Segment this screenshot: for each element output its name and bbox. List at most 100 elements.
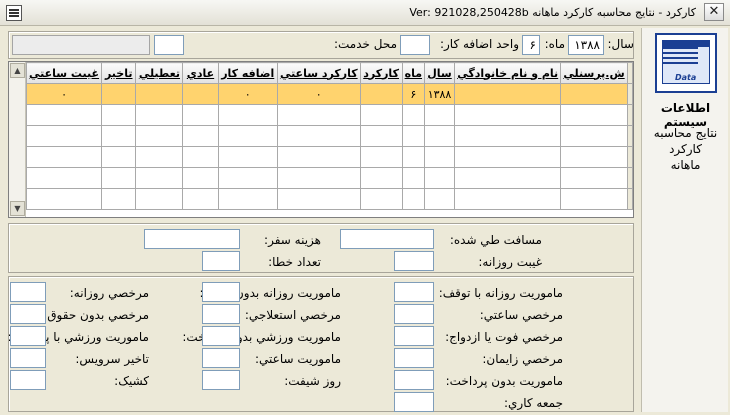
col-left-field[interactable] xyxy=(10,282,46,302)
col-right-field[interactable] xyxy=(394,392,434,412)
travel-cost-field[interactable] xyxy=(144,229,240,249)
daily-absence-field[interactable] xyxy=(394,251,434,271)
table-cell[interactable] xyxy=(182,104,219,126)
grid-header[interactable]: عادي xyxy=(182,62,219,84)
table-cell[interactable] xyxy=(101,167,137,189)
table-cell[interactable] xyxy=(453,167,562,189)
table-cell[interactable] xyxy=(25,146,103,168)
table-cell[interactable] xyxy=(359,188,403,210)
table-cell[interactable] xyxy=(401,125,426,147)
distance-field[interactable] xyxy=(340,229,434,249)
table-cell[interactable] xyxy=(359,125,403,147)
table-row[interactable] xyxy=(25,125,633,147)
grid-header[interactable]: ش.پرسنلي xyxy=(560,62,628,84)
grid-header[interactable]: غيبت ساعتي xyxy=(25,62,103,84)
table-row[interactable]: ۰ ۰ ۰ ۶ ۱۳۸۸ xyxy=(25,83,633,105)
col-middle-field[interactable] xyxy=(202,370,240,390)
table-cell[interactable] xyxy=(182,188,219,210)
table-cell[interactable] xyxy=(182,125,219,147)
grid-header[interactable]: سال xyxy=(424,62,455,84)
table-cell[interactable] xyxy=(101,146,137,168)
table-cell[interactable] xyxy=(135,146,184,168)
table-cell[interactable] xyxy=(276,125,361,147)
table-cell[interactable] xyxy=(182,83,219,105)
table-cell[interactable]: ۰ xyxy=(276,83,361,105)
table-cell[interactable] xyxy=(401,146,426,168)
table-cell[interactable] xyxy=(453,146,562,168)
results-grid[interactable]: ▲ ▼ غيبت ساعتي تاخير تعطيلي عادي اضافه کار کا… xyxy=(8,61,634,218)
table-cell[interactable] xyxy=(217,167,278,189)
table-cell[interactable] xyxy=(276,167,361,189)
scroll-up-icon[interactable]: ▲ xyxy=(10,63,25,78)
table-row[interactable] xyxy=(25,188,633,210)
table-cell[interactable] xyxy=(401,167,426,189)
table-cell[interactable] xyxy=(453,104,562,126)
table-cell[interactable] xyxy=(217,104,278,126)
table-cell[interactable] xyxy=(276,146,361,168)
table-cell[interactable]: ۶ xyxy=(401,83,426,105)
scroll-down-icon[interactable]: ▼ xyxy=(10,201,25,216)
table-cell[interactable] xyxy=(276,188,361,210)
close-button[interactable]: ✕ xyxy=(704,3,724,21)
service-place-code-field[interactable] xyxy=(154,35,184,55)
col-middle-field[interactable] xyxy=(202,304,240,324)
table-cell[interactable] xyxy=(276,104,361,126)
table-cell[interactable] xyxy=(424,167,455,189)
table-cell[interactable] xyxy=(359,146,403,168)
error-count-field[interactable] xyxy=(202,251,240,271)
table-cell[interactable] xyxy=(25,125,103,147)
table-cell[interactable] xyxy=(560,146,628,168)
table-cell[interactable] xyxy=(25,188,103,210)
year-field[interactable]: ۱۳۸۸ xyxy=(568,35,604,55)
col-left-field[interactable] xyxy=(10,348,46,368)
col-middle-field[interactable] xyxy=(202,326,240,346)
col-right-field[interactable] xyxy=(394,326,434,346)
grid-header[interactable]: ماه xyxy=(401,62,426,84)
table-cell[interactable]: ۰ xyxy=(25,83,103,105)
table-cell[interactable] xyxy=(560,188,628,210)
col-middle-field[interactable] xyxy=(202,348,240,368)
table-row[interactable] xyxy=(25,146,633,168)
table-cell[interactable] xyxy=(424,104,455,126)
table-cell[interactable] xyxy=(424,188,455,210)
table-row[interactable] xyxy=(25,167,633,189)
table-cell[interactable] xyxy=(424,125,455,147)
table-cell[interactable] xyxy=(135,167,184,189)
table-cell[interactable] xyxy=(424,146,455,168)
col-right-field[interactable] xyxy=(394,282,434,302)
table-cell[interactable] xyxy=(359,167,403,189)
table-cell[interactable] xyxy=(217,188,278,210)
table-cell[interactable] xyxy=(101,104,137,126)
col-left-field[interactable] xyxy=(10,370,46,390)
col-middle-field[interactable] xyxy=(202,282,240,302)
table-cell[interactable] xyxy=(217,125,278,147)
table-cell[interactable] xyxy=(560,104,628,126)
table-cell[interactable] xyxy=(182,167,219,189)
grid-header[interactable]: کارکرد ساعتي xyxy=(276,62,361,84)
col-left-field[interactable] xyxy=(10,304,46,324)
table-cell[interactable] xyxy=(359,83,403,105)
table-row[interactable] xyxy=(25,104,633,126)
grid-header[interactable]: تعطيلي xyxy=(135,62,184,84)
table-cell[interactable] xyxy=(101,188,137,210)
table-cell[interactable]: ۱۳۸۸ xyxy=(424,83,455,105)
table-cell[interactable] xyxy=(453,83,562,105)
table-cell[interactable] xyxy=(25,167,103,189)
table-cell[interactable] xyxy=(217,146,278,168)
col-left-field[interactable] xyxy=(10,326,46,346)
grid-header[interactable]: اضافه کار xyxy=(217,62,278,84)
table-cell[interactable] xyxy=(560,167,628,189)
col-right-field[interactable] xyxy=(394,370,434,390)
table-cell[interactable] xyxy=(359,104,403,126)
vertical-scrollbar[interactable]: ▲ ▼ xyxy=(9,62,26,217)
table-cell[interactable] xyxy=(401,104,426,126)
table-cell[interactable] xyxy=(25,104,103,126)
table-cell[interactable] xyxy=(101,83,137,105)
table-cell[interactable] xyxy=(135,125,184,147)
table-cell[interactable] xyxy=(101,125,137,147)
col-right-field[interactable] xyxy=(394,304,434,324)
grid-header[interactable]: نام و نام خانوادگي xyxy=(453,62,562,84)
table-cell[interactable] xyxy=(182,146,219,168)
col-right-field[interactable] xyxy=(394,348,434,368)
table-cell[interactable] xyxy=(453,125,562,147)
